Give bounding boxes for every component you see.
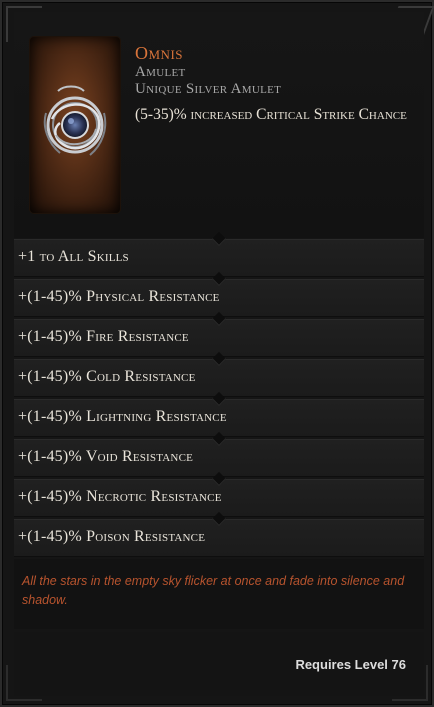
affix-row: +(1-45)% Poison Resistance [14, 519, 424, 557]
affix-text: +(1-45)% Cold Resistance [18, 368, 196, 385]
affix-text: +1 to All Skills [18, 248, 129, 265]
item-icon-frame [30, 37, 120, 213]
item-lore: All the stars in the empty sky flicker a… [22, 574, 405, 607]
item-base-type: Amulet [135, 64, 186, 80]
item-title-block: Omnis Amulet Unique Silver Amulet (5-35)… [135, 42, 420, 125]
affix-text: +(1-45)% Lightning Resistance [18, 408, 227, 425]
affix-text: +(1-45)% Poison Resistance [18, 528, 206, 545]
requirements-footer: Requires Level 76 [14, 632, 424, 696]
affix-list: +1 to All Skills +(1-45)% Physical Resis… [14, 239, 424, 559]
affix-text: +(1-45)% Void Resistance [18, 448, 194, 465]
item-name: Omnis [135, 43, 184, 63]
level-requirement: Requires Level 76 [295, 657, 406, 672]
item-tooltip: Omnis Amulet Unique Silver Amulet (5-35)… [0, 0, 434, 707]
item-rarity-line: Unique Silver Amulet [135, 81, 282, 97]
silver-amulet-icon [43, 85, 107, 156]
item-implicit: (5-35)% increased Critical Strike Chance [135, 106, 407, 123]
affix-text: +(1-45)% Fire Resistance [18, 328, 189, 345]
affix-text: +(1-45)% Necrotic Resistance [18, 488, 222, 505]
item-header: Omnis Amulet Unique Silver Amulet (5-35)… [14, 12, 424, 238]
affix-text: +(1-45)% Physical Resistance [18, 288, 220, 305]
